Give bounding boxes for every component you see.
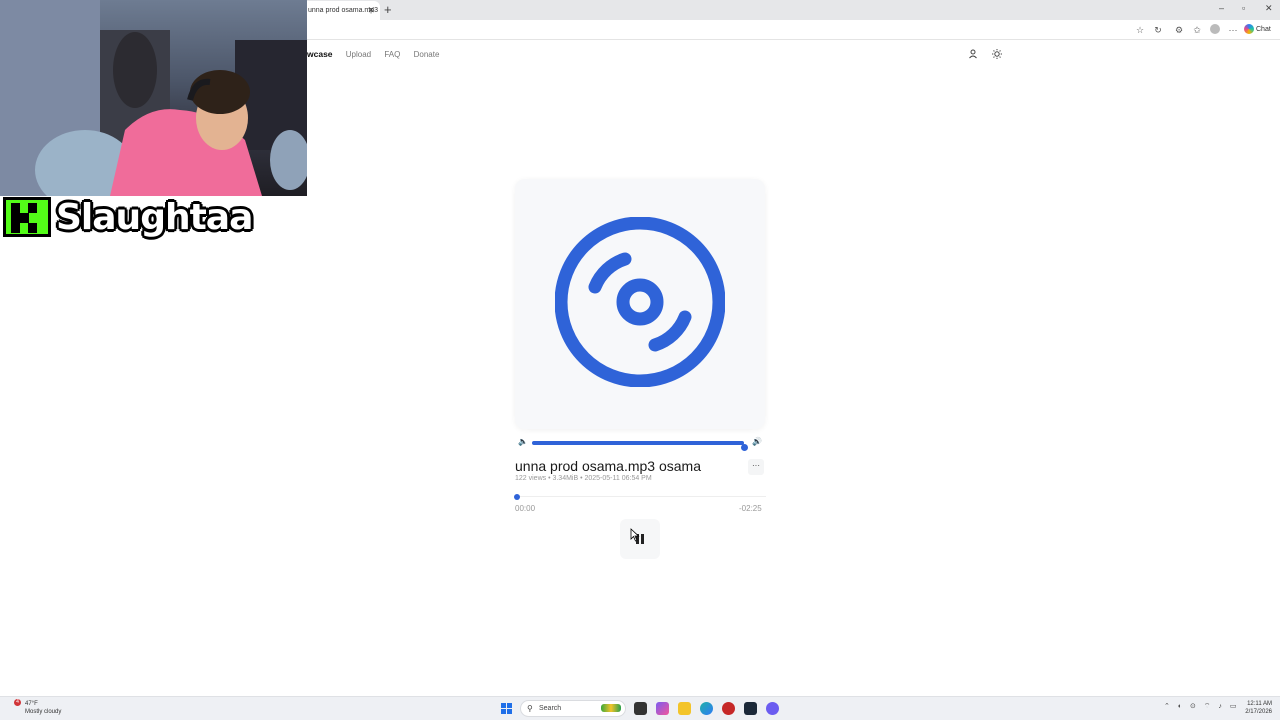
- music-disc-icon: [555, 217, 725, 387]
- pause-icon-bar: [641, 534, 644, 544]
- battery-icon[interactable]: ▭: [1230, 703, 1237, 710]
- steam-icon[interactable]: [744, 702, 757, 715]
- track-title: unna prod osama.mp3 osama: [515, 458, 701, 474]
- copilot-icon: [1244, 24, 1254, 35]
- wifi-icon[interactable]: ⌔: [1204, 703, 1211, 710]
- extensions-icon[interactable]: ⚙: [1173, 24, 1185, 36]
- clock-date: 2/17/2026: [1245, 709, 1272, 715]
- volume-low-icon[interactable]: 🔈: [518, 437, 528, 446]
- maximize-button[interactable]: ▫: [1242, 3, 1245, 13]
- volume-icon[interactable]: ♪: [1218, 703, 1222, 710]
- theme-sun-icon[interactable]: [989, 46, 1005, 62]
- system-tray: ⌃ ◐ ⊙ ⌔ ♪ ▭: [1164, 702, 1242, 711]
- tray-overflow-icon[interactable]: ⌃: [1164, 703, 1170, 710]
- minimize-button[interactable]: –: [1219, 3, 1224, 13]
- nav-link-upload[interactable]: Upload: [346, 50, 371, 59]
- copilot-app-icon[interactable]: [656, 702, 669, 715]
- progress-thumb[interactable]: [514, 494, 520, 500]
- windows-start-button[interactable]: [501, 703, 513, 715]
- favorites-icon[interactable]: ✩: [1191, 24, 1203, 36]
- search-icon: ⚲: [527, 704, 533, 713]
- tray-app-icon[interactable]: ◐: [1178, 703, 1182, 710]
- search-label: Search: [539, 705, 562, 712]
- volume-high-icon[interactable]: 🔊: [752, 437, 762, 446]
- app-icon-red[interactable]: [722, 702, 735, 715]
- streamer-name: Slaughtaa: [56, 197, 253, 238]
- taskbar: 47°F Mostly cloudy 4 ⚲ Search ⌃ ◐ ⊙ ⌔ ♪ …: [0, 696, 1280, 720]
- track-meta: 122 views • 3.34MiB • 2025-05-11 06:54 P…: [515, 475, 652, 482]
- chat-label: Chat: [1256, 26, 1271, 33]
- task-view-icon[interactable]: [634, 702, 647, 715]
- discord-icon[interactable]: [766, 702, 779, 715]
- copilot-chat-button[interactable]: Chat: [1244, 23, 1271, 37]
- volume-slider[interactable]: [532, 441, 748, 451]
- album-art: [515, 179, 765, 429]
- site-nav: wcase Upload FAQ Donate: [307, 44, 450, 64]
- user-icon[interactable]: [965, 46, 981, 62]
- nav-link-faq[interactable]: FAQ: [384, 50, 400, 59]
- new-tab-button[interactable]: +: [384, 2, 392, 17]
- time-remaining: -02:25: [739, 504, 762, 513]
- volume-control: 🔈 🔊: [515, 436, 765, 451]
- profile-icon[interactable]: [1209, 24, 1221, 36]
- webcam-overlay: [0, 0, 307, 196]
- volume-slider-thumb[interactable]: [741, 444, 748, 451]
- weather-desc: Mostly cloudy: [25, 709, 62, 715]
- time-elapsed: 00:00: [515, 504, 536, 513]
- tray-mic-icon[interactable]: ⊙: [1190, 703, 1196, 710]
- site-brand-link[interactable]: wcase: [307, 49, 333, 59]
- pause-button[interactable]: [620, 519, 660, 559]
- tab-close-icon[interactable]: ✕: [367, 1, 375, 20]
- favorite-star-icon[interactable]: ☆: [1134, 24, 1146, 36]
- kick-logo: [3, 197, 51, 237]
- streamer-banner: Slaughtaa: [0, 193, 262, 245]
- clock-time: 12:11 AM: [1247, 701, 1272, 707]
- mouse-cursor-icon: [630, 528, 640, 542]
- webcam-feed: [0, 0, 307, 196]
- more-icon[interactable]: ···: [1227, 24, 1239, 36]
- edge-icon[interactable]: [700, 702, 713, 715]
- close-window-button[interactable]: ✕: [1265, 3, 1273, 14]
- file-explorer-icon[interactable]: [678, 702, 691, 715]
- nav-link-donate[interactable]: Donate: [414, 50, 440, 59]
- system-clock[interactable]: 12:11 AM 2/17/2026: [1238, 700, 1272, 716]
- refresh-icon[interactable]: ↻: [1152, 24, 1164, 36]
- more-options-button[interactable]: ···: [748, 459, 764, 475]
- taskbar-search[interactable]: ⚲ Search: [520, 700, 626, 717]
- notification-badge: 4: [14, 699, 21, 706]
- browser-tab-active[interactable]: unna prod osama.mp3 ✕: [296, 1, 380, 20]
- progress-bar[interactable]: [514, 494, 766, 500]
- search-highlight-icon: [601, 704, 621, 712]
